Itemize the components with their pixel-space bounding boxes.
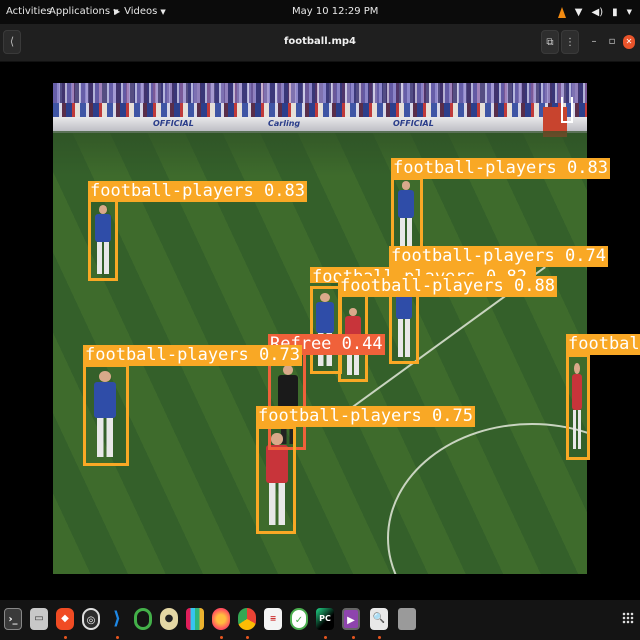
fullscreen-icon: ⧉ [546, 37, 554, 48]
system-tray[interactable]: ▼ ◀) ▮ ▼ [557, 0, 632, 24]
document-viewer-icon[interactable]: 🔍 [370, 608, 388, 630]
player-header: ⟨ football.mp4 ⧉ ⋮ – ▫ ✕ [0, 24, 640, 62]
volume-icon: ◀) [591, 6, 604, 18]
detection-label: football-players 0.83 [391, 158, 610, 179]
maximize-icon: ▫ [608, 36, 616, 47]
clock[interactable]: May 10 12:29 PM [292, 0, 378, 24]
running-indicator [324, 636, 327, 639]
menu-button[interactable]: ⋮ [561, 30, 579, 54]
running-indicator [64, 636, 67, 639]
board-text: Carling [268, 119, 301, 128]
board-text: OFFICIAL [153, 119, 194, 128]
fullscreen-button[interactable]: ⧉ [541, 30, 559, 54]
board-text: OFFICIAL [393, 119, 434, 128]
firefox-icon[interactable] [212, 608, 230, 630]
brave-icon[interactable]: ◆ [56, 608, 74, 630]
detection-box [256, 426, 296, 534]
detection-box [88, 199, 118, 281]
detection-label: football-players 0.75 [256, 406, 475, 427]
screenshot-icon[interactable]: ◎ [82, 608, 100, 630]
crowd-upper [53, 83, 587, 103]
minimize-icon: – [591, 36, 597, 47]
dock: ›_ ▭ ◆ ◎ ⟩ ● ≡ ✓ PC ▶ 🔍 [0, 600, 640, 640]
camera-icon[interactable]: ● [160, 608, 178, 630]
detection-label: football-players 0.83 [88, 181, 307, 202]
centre-circle [387, 423, 587, 574]
pycharm-icon[interactable]: PC [316, 608, 334, 630]
applications-menu[interactable]: Applications ▼ [49, 0, 118, 24]
video-player-icon[interactable]: ▶ [342, 608, 360, 630]
running-indicator [116, 636, 119, 639]
running-indicator [246, 636, 249, 639]
detection-label: football-players 0.74 [389, 246, 608, 267]
videos-app-menu[interactable]: ▶ Videos ▼ [114, 0, 166, 24]
detection-label: football-players 0.88 [338, 276, 557, 297]
vscode-icon[interactable]: ⟩ [108, 608, 126, 630]
wifi-icon: ▼ [574, 6, 583, 18]
window-title: football.mp4 [284, 36, 356, 47]
running-indicator [220, 636, 223, 639]
chevron-down-icon: ▼ [626, 8, 632, 16]
videos-label: Videos [124, 6, 158, 17]
close-icon: ✕ [625, 37, 633, 46]
running-indicator [352, 636, 355, 639]
minimize-button[interactable]: – [585, 30, 603, 54]
applications-label: Applications [49, 6, 111, 17]
kebab-menu-icon: ⋮ [565, 37, 575, 48]
files-icon[interactable]: ▭ [30, 608, 48, 630]
maximize-button[interactable]: ▫ [603, 30, 621, 54]
activities-button[interactable]: Activities [6, 0, 52, 24]
show-applications-icon[interactable] [622, 612, 634, 624]
detection-box [566, 354, 590, 460]
top-bar: Activities Applications ▼ ▶ Videos ▼ May 10… [0, 0, 640, 24]
vlc-icon[interactable] [557, 6, 566, 18]
running-indicator [378, 636, 381, 639]
trash-icon[interactable] [398, 608, 416, 630]
broadcast-logo [561, 97, 573, 123]
back-button[interactable]: ⟨ [3, 30, 21, 54]
battery-icon: ▮ [612, 6, 618, 18]
close-button[interactable]: ✕ [623, 35, 635, 49]
detection-label: footbal [566, 334, 640, 355]
chevron-down-icon: ▼ [160, 8, 166, 16]
chrome-icon[interactable] [238, 608, 256, 630]
chevron-left-icon: ⟨ [9, 35, 15, 48]
terminal-icon[interactable]: ›_ [4, 608, 22, 630]
detection-box [83, 364, 129, 466]
detection-label: football-players 0.73 [83, 345, 302, 366]
gnome-tweaks-icon[interactable]: ✓ [290, 608, 308, 630]
text-editor-icon[interactable]: ≡ [264, 608, 282, 630]
anaconda-icon[interactable] [134, 608, 152, 630]
slack-icon[interactable] [186, 608, 204, 630]
play-icon: ▶ [114, 7, 121, 16]
